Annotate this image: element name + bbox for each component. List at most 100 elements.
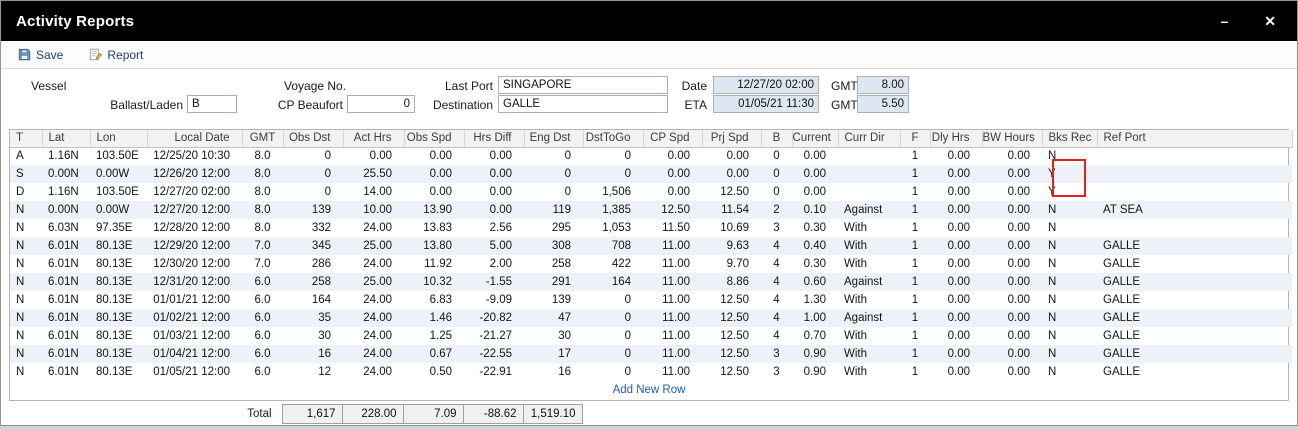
cell-b[interactable]: 3 <box>761 345 792 363</box>
cell-gmt[interactable]: 8.0 <box>242 183 283 201</box>
cell-b[interactable]: 4 <box>761 255 792 273</box>
cell-b[interactable]: 3 <box>761 363 792 381</box>
cell-ref-port[interactable] <box>1097 165 1292 183</box>
cell-f[interactable]: 1 <box>900 237 930 255</box>
cell-dly-hrs[interactable]: 0.00 <box>930 219 982 237</box>
cell-bks-rec[interactable]: N <box>1042 345 1097 363</box>
cell-dsttogo[interactable]: 164 <box>583 273 643 291</box>
cell-act-hrs[interactable]: 24.00 <box>343 345 404 363</box>
cell-prj-spd[interactable]: 0.00 <box>702 147 761 165</box>
cell-local-date[interactable]: 01/03/21 12:00 <box>147 327 242 345</box>
cell-current[interactable]: 0.60 <box>792 273 838 291</box>
column-header-ref-port[interactable]: Ref Port <box>1097 130 1292 147</box>
cell-t[interactable]: N <box>10 309 42 327</box>
cell-local-date[interactable]: 01/02/21 12:00 <box>147 309 242 327</box>
cell-prj-spd[interactable]: 8.86 <box>702 273 761 291</box>
cell-dly-hrs[interactable]: 0.00 <box>930 255 982 273</box>
column-header-local-date[interactable]: Local Date <box>147 130 242 147</box>
cell-dly-hrs[interactable]: 0.00 <box>930 327 982 345</box>
save-button[interactable]: Save <box>18 48 63 62</box>
cell-dsttogo[interactable]: 0 <box>583 291 643 309</box>
cell-bks-rec[interactable]: Y <box>1042 183 1097 201</box>
table-row[interactable]: N6.01N80.13E01/02/21 12:006.03524.001.46… <box>10 309 1292 327</box>
cell-gmt[interactable]: 6.0 <box>242 309 283 327</box>
cell-hrs-diff[interactable]: 5.00 <box>464 237 524 255</box>
cell-dsttogo[interactable]: 422 <box>583 255 643 273</box>
cell-obs-spd[interactable]: 0.00 <box>404 165 464 183</box>
cell-b[interactable]: 3 <box>761 219 792 237</box>
column-header-hrs-diff[interactable]: Hrs Diff <box>464 130 524 147</box>
cell-prj-spd[interactable]: 12.50 <box>702 183 761 201</box>
cell-obs-dst[interactable]: 286 <box>283 255 343 273</box>
minimize-icon[interactable]: – <box>1220 14 1228 28</box>
cell-lat[interactable]: 6.01N <box>42 327 90 345</box>
cell-cp-spd[interactable]: 11.00 <box>643 345 702 363</box>
column-header-dly-hrs[interactable]: Dly Hrs <box>930 130 982 147</box>
cell-f[interactable]: 1 <box>900 147 930 165</box>
cell-lon[interactable]: 80.13E <box>90 237 147 255</box>
cell-obs-dst[interactable]: 35 <box>283 309 343 327</box>
cell-lat[interactable]: 0.00N <box>42 201 90 219</box>
cell-f[interactable]: 1 <box>900 363 930 381</box>
cell-eng-dst[interactable]: 0 <box>524 147 583 165</box>
cell-act-hrs[interactable]: 25.00 <box>343 237 404 255</box>
cell-ref-port[interactable]: GALLE <box>1097 309 1292 327</box>
column-header-bks-rec[interactable]: Bks Rec <box>1042 130 1097 147</box>
cell-cp-spd[interactable]: 11.00 <box>643 309 702 327</box>
cell-lat[interactable]: 6.03N <box>42 219 90 237</box>
cell-obs-spd[interactable]: 13.80 <box>404 237 464 255</box>
cell-bw-hours[interactable]: 0.00 <box>982 327 1042 345</box>
cell-dsttogo[interactable]: 0 <box>583 345 643 363</box>
cell-obs-spd[interactable]: 1.46 <box>404 309 464 327</box>
add-new-row-link[interactable]: Add New Row <box>10 381 1288 400</box>
cell-eng-dst[interactable]: 295 <box>524 219 583 237</box>
cell-obs-spd[interactable]: 13.90 <box>404 201 464 219</box>
cell-ref-port[interactable] <box>1097 219 1292 237</box>
cell-lat[interactable]: 6.01N <box>42 255 90 273</box>
cell-obs-spd[interactable]: 0.00 <box>404 147 464 165</box>
column-header-curr-dir[interactable]: Curr Dir <box>838 130 900 147</box>
cell-prj-spd[interactable]: 12.50 <box>702 363 761 381</box>
cell-f[interactable]: 1 <box>900 309 930 327</box>
cell-act-hrs[interactable]: 24.00 <box>343 327 404 345</box>
column-header-b[interactable]: B <box>761 130 792 147</box>
cell-local-date[interactable]: 01/01/21 12:00 <box>147 291 242 309</box>
cell-bw-hours[interactable]: 0.00 <box>982 165 1042 183</box>
cell-dsttogo[interactable]: 1,053 <box>583 219 643 237</box>
cell-cp-spd[interactable]: 11.00 <box>643 237 702 255</box>
cell-current[interactable]: 0.30 <box>792 255 838 273</box>
cell-cp-spd[interactable]: 11.00 <box>643 363 702 381</box>
cell-eng-dst[interactable]: 0 <box>524 165 583 183</box>
column-header-f[interactable]: F <box>900 130 930 147</box>
cell-bks-rec[interactable]: N <box>1042 273 1097 291</box>
cell-act-hrs[interactable]: 25.00 <box>343 273 404 291</box>
cell-curr-dir[interactable]: With <box>838 345 900 363</box>
cell-bw-hours[interactable]: 0.00 <box>982 183 1042 201</box>
cell-curr-dir[interactable]: Against <box>838 273 900 291</box>
cell-hrs-diff[interactable]: -20.82 <box>464 309 524 327</box>
cell-eng-dst[interactable]: 291 <box>524 273 583 291</box>
cell-gmt[interactable]: 8.0 <box>242 201 283 219</box>
cell-lon[interactable]: 80.13E <box>90 273 147 291</box>
cell-lon[interactable]: 80.13E <box>90 345 147 363</box>
cell-eng-dst[interactable]: 47 <box>524 309 583 327</box>
cell-obs-dst[interactable]: 12 <box>283 363 343 381</box>
cell-bks-rec[interactable]: N <box>1042 327 1097 345</box>
cell-lon[interactable]: 80.13E <box>90 309 147 327</box>
cell-t[interactable]: N <box>10 363 42 381</box>
cell-cp-spd[interactable]: 11.00 <box>643 255 702 273</box>
cell-act-hrs[interactable]: 0.00 <box>343 147 404 165</box>
cell-ref-port[interactable]: GALLE <box>1097 273 1292 291</box>
cell-obs-dst[interactable]: 0 <box>283 165 343 183</box>
cell-prj-spd[interactable]: 12.50 <box>702 345 761 363</box>
column-header-lat[interactable]: Lat <box>42 130 90 147</box>
cell-lon[interactable]: 80.13E <box>90 363 147 381</box>
cell-b[interactable]: 4 <box>761 327 792 345</box>
table-row[interactable]: N6.01N80.13E12/29/20 12:007.034525.0013.… <box>10 237 1292 255</box>
cell-t[interactable]: N <box>10 273 42 291</box>
cell-local-date[interactable]: 01/04/21 12:00 <box>147 345 242 363</box>
cell-bw-hours[interactable]: 0.00 <box>982 147 1042 165</box>
cell-gmt[interactable]: 6.0 <box>242 363 283 381</box>
cell-local-date[interactable]: 12/31/20 12:00 <box>147 273 242 291</box>
cell-dly-hrs[interactable]: 0.00 <box>930 183 982 201</box>
